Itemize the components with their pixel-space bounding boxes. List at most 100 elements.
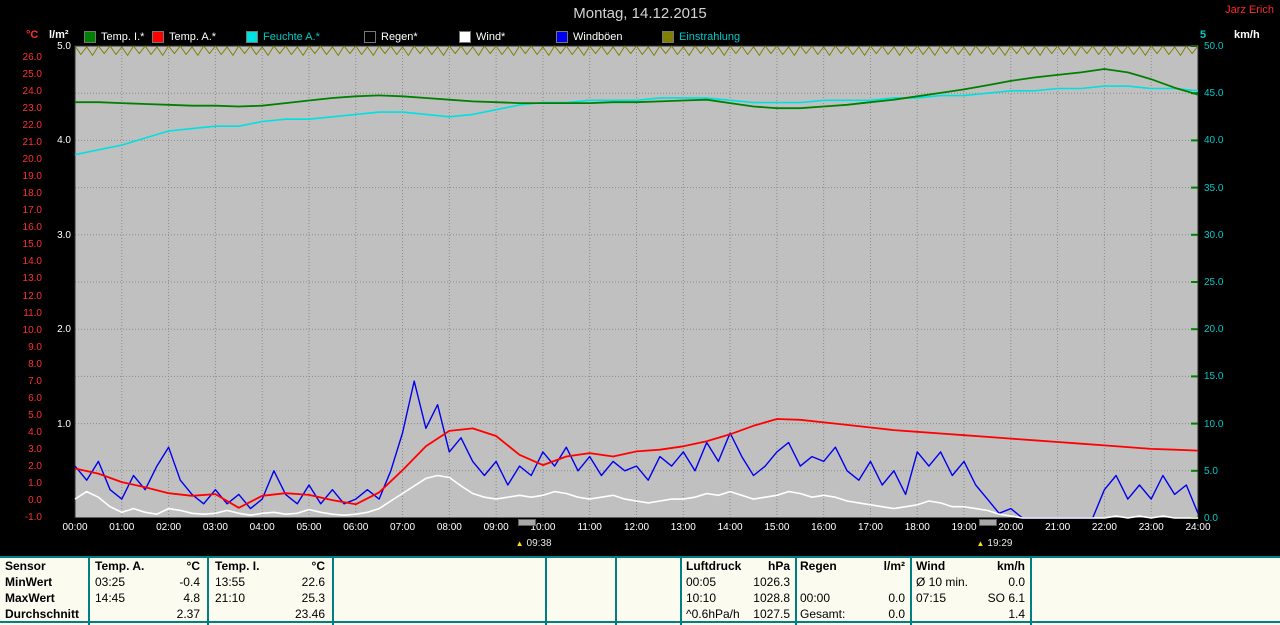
time-marker-label: 09:38 bbox=[527, 538, 552, 549]
celsius-tick-label: 0.0 bbox=[12, 495, 42, 506]
table-cell-value: 23.46 bbox=[245, 607, 325, 621]
kmh-tick-label: 45.0 bbox=[1204, 88, 1234, 99]
temp-i-swatch bbox=[84, 31, 96, 43]
table-col-unit: l/m² bbox=[825, 559, 905, 573]
hour-tick-label: 07:00 bbox=[386, 522, 420, 533]
legend-item-einstrahlung: Einstrahlung bbox=[662, 31, 740, 43]
table-cell-value: 22.6 bbox=[245, 575, 325, 589]
hour-tick-label: 05:00 bbox=[292, 522, 326, 533]
table-col-unit: hPa bbox=[710, 559, 790, 573]
kmh-tick-label: 40.0 bbox=[1204, 135, 1234, 146]
table-col-unit: °C bbox=[245, 559, 325, 573]
time-marker-label: 19:29 bbox=[987, 538, 1012, 549]
hour-tick-label: 14:00 bbox=[713, 522, 747, 533]
celsius-tick-label: 18.0 bbox=[12, 188, 42, 199]
wind-swatch bbox=[459, 31, 471, 43]
hour-tick-label: 12:00 bbox=[620, 522, 654, 533]
hour-tick-label: 13:00 bbox=[666, 522, 700, 533]
marker-notch[interactable] bbox=[518, 519, 536, 526]
table-cell-value: 1028.8 bbox=[710, 591, 790, 605]
table-cell-value: 0.0 bbox=[825, 607, 905, 621]
legend-item-label: Windböen bbox=[573, 31, 623, 43]
celsius-tick-label: 14.0 bbox=[12, 256, 42, 267]
table-cell-value: 25.3 bbox=[245, 591, 325, 605]
table-cell-value: 1026.3 bbox=[710, 575, 790, 589]
time-marker: ▲09:38 bbox=[516, 538, 552, 549]
table-divider bbox=[1030, 556, 1032, 625]
legend-item-label: Temp. A.* bbox=[169, 31, 216, 43]
hour-tick-label: 01:00 bbox=[105, 522, 139, 533]
legend-item-wind: Wind* bbox=[459, 31, 505, 43]
kmh-tick-label: 25.0 bbox=[1204, 277, 1234, 288]
einstrahlung-swatch bbox=[662, 31, 674, 43]
hour-tick-label: 00:00 bbox=[58, 522, 92, 533]
temp-a-swatch bbox=[152, 31, 164, 43]
kmh-tick-label: 50.0 bbox=[1204, 41, 1234, 52]
kmh-tick-label: 20.0 bbox=[1204, 324, 1234, 335]
table-cell-value: 0.0 bbox=[825, 591, 905, 605]
lm2-tick-label: 5.0 bbox=[45, 41, 71, 52]
celsius-tick-label: 15.0 bbox=[12, 239, 42, 250]
hour-tick-label: 22:00 bbox=[1087, 522, 1121, 533]
celsius-tick-label: 24.0 bbox=[12, 86, 42, 97]
table-bottom-border bbox=[0, 621, 1280, 623]
table-row-label: Durchschnitt bbox=[5, 607, 79, 621]
moon-set-icon: ▲ bbox=[977, 540, 985, 548]
table-col-header: Wind bbox=[916, 559, 945, 573]
table-col-unit: km/h bbox=[945, 559, 1025, 573]
weather-chart bbox=[0, 0, 1280, 556]
legend-item-label: Regen* bbox=[381, 31, 418, 43]
celsius-tick-label: 26.0 bbox=[12, 52, 42, 63]
celsius-tick-label: -1.0 bbox=[12, 512, 42, 523]
celsius-tick-label: 12.0 bbox=[12, 291, 42, 302]
legend-item-label: Feuchte A.* bbox=[263, 31, 320, 43]
celsius-tick-label: 17.0 bbox=[12, 205, 42, 216]
celsius-tick-label: 22.0 bbox=[12, 120, 42, 131]
celsius-tick-label: 7.0 bbox=[12, 376, 42, 387]
table-cell-time: 21:10 bbox=[215, 591, 245, 605]
celsius-tick-label: 20.0 bbox=[12, 154, 42, 165]
celsius-tick-label: 23.0 bbox=[12, 103, 42, 114]
celsius-tick-label: 4.0 bbox=[12, 427, 42, 438]
table-cell-value: 4.8 bbox=[120, 591, 200, 605]
celsius-tick-label: 5.0 bbox=[12, 410, 42, 421]
table-cell-time: 07:15 bbox=[916, 591, 946, 605]
legend-item-label: Einstrahlung bbox=[679, 31, 740, 43]
hour-tick-label: 04:00 bbox=[245, 522, 279, 533]
hour-tick-label: 16:00 bbox=[807, 522, 841, 533]
kmh-tick-label: 35.0 bbox=[1204, 183, 1234, 194]
celsius-tick-label: 8.0 bbox=[12, 359, 42, 370]
table-cell-value: 1027.5 bbox=[710, 607, 790, 621]
table-divider bbox=[615, 556, 617, 625]
celsius-tick-label: 2.0 bbox=[12, 461, 42, 472]
hour-tick-label: 02:00 bbox=[152, 522, 186, 533]
table-divider bbox=[795, 556, 797, 625]
hour-tick-label: 03:00 bbox=[198, 522, 232, 533]
kmh-tick-label: 5.0 bbox=[1204, 466, 1234, 477]
marker-notch[interactable] bbox=[979, 519, 997, 526]
table-divider bbox=[910, 556, 912, 625]
table-divider bbox=[332, 556, 334, 625]
hour-tick-label: 23:00 bbox=[1134, 522, 1168, 533]
legend-item-feuchte-a: Feuchte A.* bbox=[246, 31, 320, 43]
hour-tick-label: 24:00 bbox=[1181, 522, 1215, 533]
hour-tick-label: 20:00 bbox=[994, 522, 1028, 533]
table-row-label: Sensor bbox=[5, 559, 46, 573]
table-divider bbox=[207, 556, 209, 625]
celsius-tick-label: 1.0 bbox=[12, 478, 42, 489]
kmh-tick-label: 30.0 bbox=[1204, 230, 1234, 241]
table-top-border bbox=[0, 556, 1280, 558]
legend-item-regen: Regen* bbox=[364, 31, 418, 43]
celsius-tick-label: 19.0 bbox=[12, 171, 42, 182]
lm2-tick-label: 2.0 bbox=[45, 324, 71, 335]
celsius-tick-label: 13.0 bbox=[12, 273, 42, 284]
table-divider bbox=[680, 556, 682, 625]
table-cell-value: 1.4 bbox=[945, 607, 1025, 621]
celsius-tick-label: 25.0 bbox=[12, 69, 42, 80]
table-cell-value: -0.4 bbox=[120, 575, 200, 589]
hour-tick-label: 08:00 bbox=[432, 522, 466, 533]
table-row-label: MaxWert bbox=[5, 591, 55, 605]
legend-item-windboeen: Windböen bbox=[556, 31, 623, 43]
legend-item-temp-i: Temp. I.* bbox=[84, 31, 144, 43]
kmh-tick-label: 15.0 bbox=[1204, 371, 1234, 382]
